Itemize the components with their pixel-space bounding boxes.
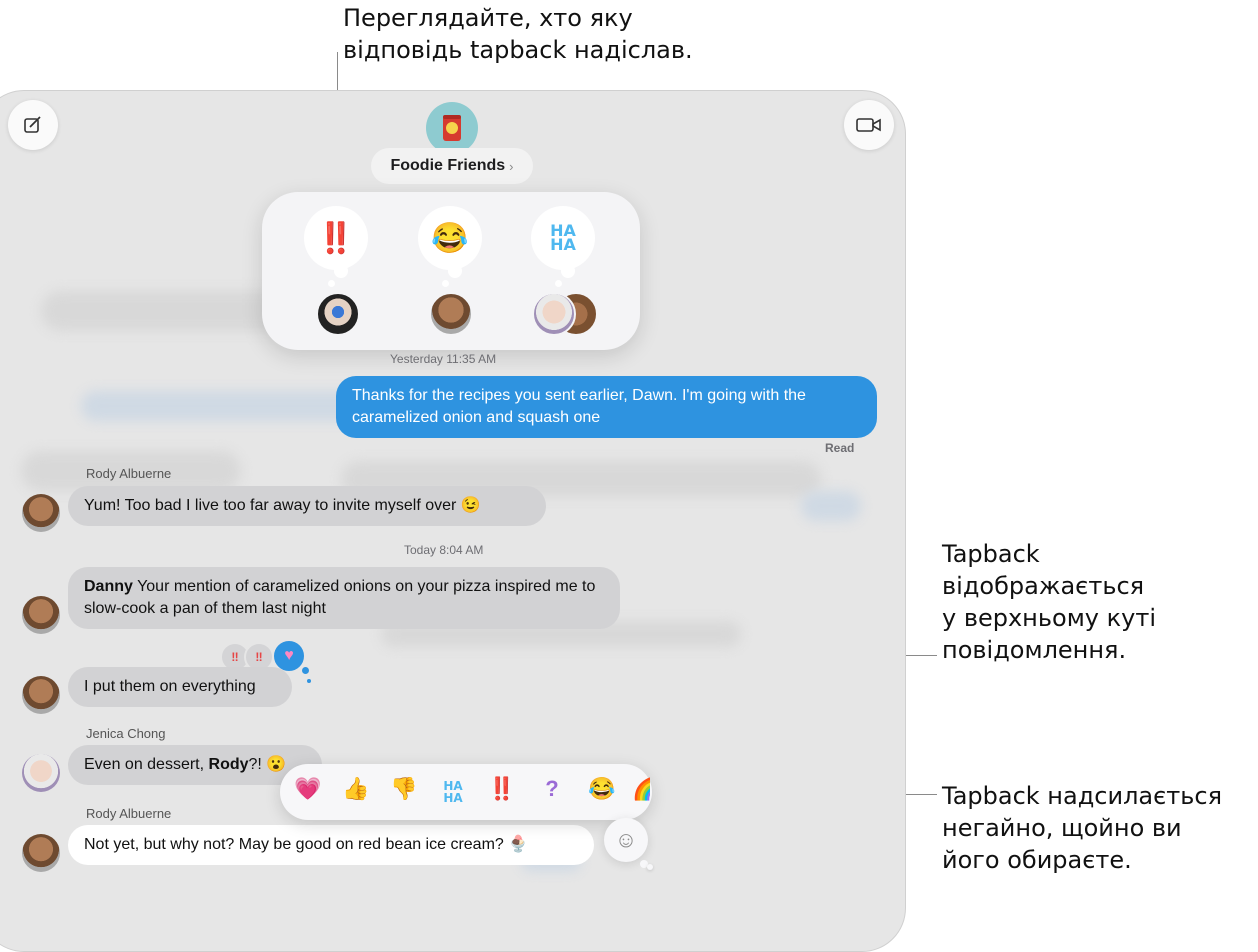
tapback-detail-panel: ‼️ 😂 HA HA	[262, 192, 640, 350]
message-incoming-selected[interactable]: Not yet, but why not? May be good on red…	[68, 825, 594, 865]
sender-name: Rody Albuerne	[86, 806, 172, 821]
conversation-title[interactable]: Foodie Friends ›	[371, 148, 533, 184]
group-avatar[interactable]	[426, 102, 478, 154]
facetime-button[interactable]	[844, 100, 894, 150]
callout-tapback-details: Переглядайте, хто яку відповідь tapback …	[343, 4, 693, 64]
message-incoming[interactable]: Yum! Too bad I live too far away to invi…	[68, 486, 546, 526]
avatar-rody[interactable]	[22, 676, 60, 714]
chevron-right-icon: ›	[509, 158, 514, 174]
heart-tapback-button[interactable]: 💗	[292, 776, 324, 802]
message-text: Your mention of caramelized onions on yo…	[84, 578, 596, 617]
soup-can-icon	[443, 115, 461, 141]
avatar-rody	[429, 292, 473, 336]
mention-rody[interactable]: Rody	[209, 756, 249, 773]
laughing-emoji-icon: 😂	[431, 221, 469, 255]
message-outgoing[interactable]: Thanks for the recipes you sent earlier,…	[336, 376, 877, 438]
question-tapback-button[interactable]: ?	[536, 776, 568, 802]
callout-tapback-send: Tapback надсилається негайно, щойно ви й…	[942, 782, 1223, 874]
callout-tapback-corner: Tapback відображається у верхньому куті …	[942, 540, 1156, 664]
rainbow-tapback-button[interactable]: 🌈	[632, 776, 650, 802]
laugh-tapback-button[interactable]: 😂	[586, 776, 618, 802]
picker-tail-dot	[647, 864, 653, 870]
smiley-icon: ☺	[614, 827, 638, 852]
video-camera-icon	[856, 118, 881, 132]
exclamation-tapback-button[interactable]: ‼️	[486, 776, 518, 802]
sender-name: Jenica Chong	[86, 726, 166, 741]
timestamp-today: Today 8:04 AM	[404, 543, 484, 557]
message-text: Even on dessert,	[84, 756, 209, 773]
avatar-rody[interactable]	[22, 596, 60, 634]
haha-icon: HA HA	[550, 221, 576, 254]
avatar-jenica	[532, 292, 576, 336]
compose-button[interactable]	[8, 100, 58, 150]
thumbs-up-tapback-button[interactable]: 👍	[340, 776, 372, 802]
message-incoming[interactable]: Danny Your mention of caramelized onions…	[68, 567, 620, 629]
mention-danny[interactable]: Danny	[84, 578, 133, 595]
tapback-detail-exclaim: ‼️	[304, 206, 368, 287]
emoji-tapback-button[interactable]: ☺	[604, 818, 648, 862]
tapback-tail-dot	[302, 667, 309, 674]
message-text: ?! 😮	[248, 756, 287, 773]
tapback-picker: 💗 👍 👎 HA HA ‼️ ? 😂 🌈	[280, 764, 652, 820]
avatar-rody[interactable]	[22, 834, 60, 872]
avatar-rody[interactable]	[22, 494, 60, 532]
tapback-detail-laugh: 😂	[418, 206, 482, 287]
haha-tapback-button[interactable]: HA HA	[437, 780, 469, 804]
thumbs-down-tapback-button[interactable]: 👎	[388, 776, 420, 802]
timestamp-yesterday: Yesterday 11:35 AM	[390, 352, 497, 366]
compose-icon	[24, 116, 41, 133]
avatar-danny	[316, 292, 360, 336]
avatar-jenica[interactable]	[22, 754, 60, 792]
exclamation-icon: ‼️	[317, 221, 355, 255]
message-incoming[interactable]: I put them on everything	[68, 667, 292, 707]
read-receipt: Read	[825, 441, 855, 455]
tapback-detail-haha: HA HA	[531, 206, 595, 287]
sender-name: Rody Albuerne	[86, 466, 172, 481]
tapback-tail-dot	[307, 679, 311, 683]
conversation-name: Foodie Friends	[390, 157, 506, 174]
